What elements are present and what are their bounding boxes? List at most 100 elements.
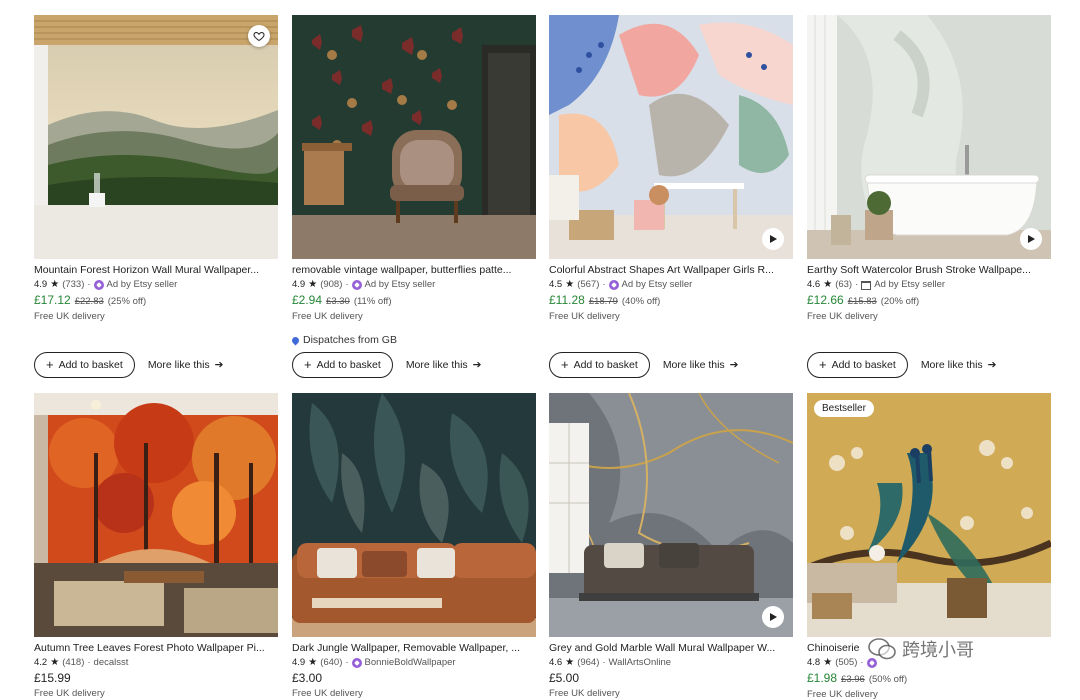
review-count: (505)	[835, 657, 858, 668]
product-card[interactable]: Colorful Abstract Shapes Art Wallpaper G…	[549, 15, 793, 378]
shop-icon	[861, 280, 872, 290]
product-image[interactable]	[292, 15, 536, 259]
play-icon	[770, 613, 777, 621]
product-image[interactable]	[292, 393, 536, 637]
star-seller-icon	[93, 280, 104, 290]
rating-row: 4.9 ★ (640) · BonnieBoldWallpaper	[292, 657, 456, 669]
mountain-forest-mural-image	[34, 15, 278, 259]
abstract-shapes-wallpaper-image	[549, 15, 793, 259]
product-card[interactable]: Earthy Soft Watercolor Brush Stroke Wall…	[807, 15, 1051, 378]
seller-name[interactable]: decalsst	[94, 657, 129, 669]
star-icon: ★	[50, 657, 60, 668]
delivery-info: Free UK delivery	[34, 688, 105, 699]
wechat-icon	[868, 638, 896, 660]
rating-row: 4.9 ★ (908) · Ad by Etsy seller	[292, 279, 436, 290]
product-image[interactable]	[549, 393, 793, 637]
autumn-forest-mural-image	[34, 393, 278, 637]
price: £15.99	[34, 671, 71, 685]
discount: (50% off)	[868, 674, 908, 685]
product-title[interactable]: removable vintage wallpaper, butterflies…	[292, 264, 536, 277]
dark-jungle-wallpaper-image	[292, 393, 536, 637]
product-title[interactable]: Grey and Gold Marble Wall Mural Wallpape…	[549, 642, 793, 655]
product-title[interactable]: Earthy Soft Watercolor Brush Stroke Wall…	[807, 264, 1051, 277]
product-image[interactable]	[549, 15, 793, 259]
play-video-button[interactable]	[1020, 228, 1042, 250]
star-seller-icon	[351, 658, 362, 668]
seller-name[interactable]: WallArtsOnline	[609, 657, 671, 669]
rating-row: 4.9 ★ (733) · Ad by Etsy seller	[34, 279, 178, 290]
delivery-info: Free UK delivery	[292, 311, 363, 322]
star-icon: ★	[823, 279, 833, 290]
original-price: £18.79	[588, 296, 618, 307]
play-video-button[interactable]	[762, 228, 784, 250]
product-title[interactable]: Dark Jungle Wallpaper, Removable Wallpap…	[292, 642, 536, 655]
delivery-info: Free UK delivery	[292, 688, 363, 699]
card-actions: + Add to basket More like this ➔	[34, 352, 223, 378]
delivery-info: Free UK delivery	[807, 311, 878, 322]
original-price: £15.83	[847, 296, 877, 307]
product-image[interactable]	[807, 15, 1051, 259]
card-actions: + Add to basket More like this ➔	[549, 352, 738, 378]
product-title[interactable]: Autumn Tree Leaves Forest Photo Wallpape…	[34, 642, 278, 655]
review-count: (567)	[577, 279, 600, 290]
price-row: £12.66 £15.83 (20% off)	[807, 294, 1051, 308]
seller-label: Ad by Etsy seller	[874, 279, 946, 290]
add-to-basket-button[interactable]: + Add to basket	[549, 352, 650, 378]
butterfly-wallpaper-image	[292, 15, 536, 259]
product-card[interactable]: Grey and Gold Marble Wall Mural Wallpape…	[549, 393, 793, 700]
product-card[interactable]: Mountain Forest Horizon Wall Mural Wallp…	[34, 15, 278, 378]
sale-price: £2.94	[292, 293, 323, 307]
more-like-this-link[interactable]: More like this ➔	[663, 359, 739, 371]
watermark: 跨境小哥	[868, 636, 974, 662]
sale-price: £17.12	[34, 293, 71, 307]
arrow-right-icon: ➔	[472, 359, 482, 371]
discount: (40% off)	[621, 296, 661, 307]
more-like-this-link[interactable]: More like this ➔	[148, 359, 224, 371]
review-count: (964)	[577, 657, 600, 668]
seller-name[interactable]: BonnieBoldWallpaper	[365, 657, 456, 669]
product-card[interactable]: Dark Jungle Wallpaper, Removable Wallpap…	[292, 393, 536, 700]
product-title[interactable]: Mountain Forest Horizon Wall Mural Wallp…	[34, 264, 278, 277]
favorite-button[interactable]	[248, 25, 270, 47]
plus-icon: +	[819, 357, 827, 372]
rating-value: 4.8	[807, 657, 821, 668]
delivery-info: Free UK delivery	[549, 688, 620, 699]
play-video-button[interactable]	[762, 606, 784, 628]
price-row: £2.94 £3.30 (11% off)	[292, 294, 536, 308]
chinoiserie-peacock-wallpaper-image	[807, 393, 1051, 637]
product-card[interactable]: Autumn Tree Leaves Forest Photo Wallpape…	[34, 393, 278, 700]
star-icon: ★	[308, 279, 318, 290]
discount: (11% off)	[353, 296, 392, 307]
star-icon: ★	[308, 657, 318, 668]
grey-gold-marble-mural-image	[549, 393, 793, 637]
add-to-basket-button[interactable]: + Add to basket	[292, 352, 393, 378]
review-count: (418)	[62, 657, 85, 668]
rating-value: 4.6	[549, 657, 563, 668]
add-to-basket-button[interactable]: + Add to basket	[807, 352, 908, 378]
product-image[interactable]	[34, 15, 278, 259]
product-image[interactable]: Bestseller	[807, 393, 1051, 637]
dispatch-info: Dispatches from GB	[290, 334, 536, 346]
product-card[interactable]: removable vintage wallpaper, butterflies…	[290, 15, 536, 378]
heart-icon	[253, 31, 265, 42]
location-pin-icon	[290, 335, 301, 345]
watercolor-bathroom-wallpaper-image	[807, 15, 1051, 259]
product-title[interactable]: Colorful Abstract Shapes Art Wallpaper G…	[549, 264, 793, 277]
add-to-basket-button[interactable]: + Add to basket	[34, 352, 135, 378]
discount: (25% off)	[107, 296, 147, 307]
original-price: £22.83	[74, 296, 104, 307]
rating-value: 4.2	[34, 657, 48, 668]
review-count: (908)	[320, 279, 343, 290]
rating-value: 4.9	[34, 279, 48, 290]
more-like-this-link[interactable]: More like this ➔	[921, 359, 997, 371]
sale-price: £12.66	[807, 293, 844, 307]
product-image[interactable]	[34, 393, 278, 637]
star-icon: ★	[50, 279, 60, 290]
delivery-info: Free UK delivery	[34, 311, 105, 322]
arrow-right-icon: ➔	[729, 359, 739, 371]
review-count: (733)	[62, 279, 85, 290]
more-like-this-link[interactable]: More like this ➔	[406, 359, 482, 371]
card-actions: + Add to basket More like this ➔	[292, 352, 481, 378]
price: £5.00	[549, 671, 580, 685]
rating-row: 4.6 ★ (964) · WallArtsOnline	[549, 657, 672, 669]
